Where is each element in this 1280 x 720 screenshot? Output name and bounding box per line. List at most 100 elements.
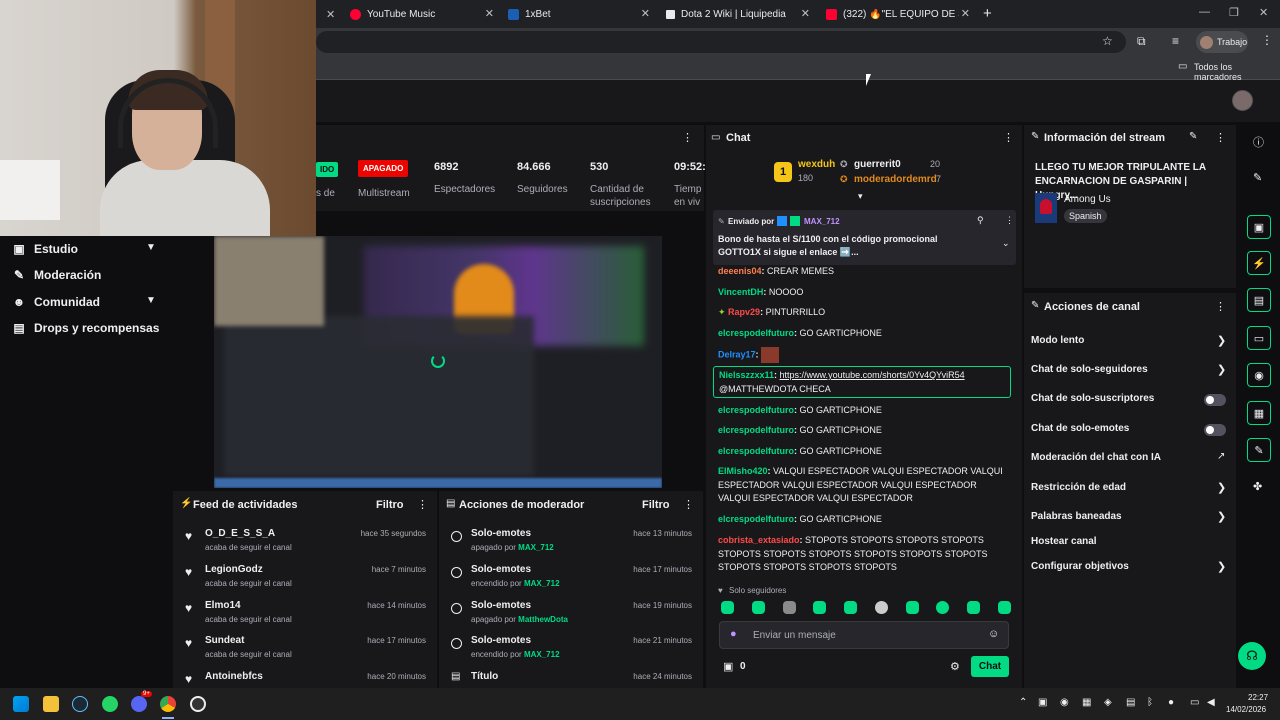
url-input[interactable] [316,31,1126,53]
game-name[interactable]: Among Us [1064,194,1111,205]
chat-username[interactable]: cobrista_extasiado [718,535,800,545]
tray-icon[interactable]: ◈ [1104,697,1112,708]
follower-name[interactable]: O_D_E_S_S_A [205,528,275,539]
chat-button[interactable]: ▭ [1247,326,1271,350]
emote-icon[interactable] [813,601,827,614]
chat-username[interactable]: elcrespodelfuturo [718,328,794,338]
restore-icon[interactable]: ❐ [1229,6,1239,19]
send-chat-button[interactable]: Chat [971,656,1009,677]
discord-icon[interactable] [131,696,147,712]
tray-icon[interactable]: ▦ [1082,697,1091,708]
media-icon[interactable]: ≡ [1172,34,1179,48]
follower-name[interactable]: Sundeat [205,635,244,646]
chevron-right-icon[interactable]: ❯ [1217,334,1226,347]
profile-button[interactable]: Trabajo [1196,31,1248,53]
collapse-icon[interactable]: ▾ [858,191,863,202]
chevron-right-icon[interactable]: ❯ [1217,481,1226,494]
chrome-icon[interactable] [160,696,176,712]
tab-liquipedia[interactable]: Dota 2 Wiki | Liquipedia ✕ [666,4,810,24]
chevron-right-icon[interactable]: ❯ [1217,510,1226,523]
filter-button[interactable]: Filtro [376,499,404,511]
file-explorer-icon[interactable] [43,696,59,712]
emote-icon[interactable] [905,601,919,614]
leader-name[interactable]: wexduh [798,159,835,170]
chat-link[interactable]: https://www.youtube.com/shorts/0Yv4QYviR… [780,370,965,380]
clock-time[interactable]: 22:27 [1248,693,1268,702]
external-link-icon[interactable]: ↗ [1217,451,1225,462]
banned-words[interactable]: Palabras baneadas [1031,511,1122,522]
pinned-user[interactable]: MAX_712 [804,217,840,226]
chat-username[interactable]: Rapv29 [728,307,760,317]
info-icon[interactable]: ⓘ [1253,134,1264,150]
close-window-icon[interactable]: ✕ [1259,6,1268,19]
chat-username[interactable]: elcrespodelfuturo [718,405,794,415]
extensions-icon[interactable]: ⧉ [1137,34,1146,49]
minimize-icon[interactable]: — [1199,6,1210,18]
chat-input[interactable]: ● Enviar un mensaje ☺ [719,621,1009,649]
nav-community[interactable]: ☻ Comunidad [12,291,100,313]
tab-1xbet[interactable]: 1xBet ✕ [508,4,650,24]
tray-icon[interactable]: ◉ [1060,697,1069,708]
nav-studio[interactable]: ▣ Estudio [12,238,78,260]
chevron-right-icon[interactable]: ❯ [1217,363,1226,376]
emote-icon[interactable] [782,601,796,614]
chevron-down-icon[interactable]: ▼ [146,295,156,306]
clock-date[interactable]: 14/02/2026 [1226,705,1266,714]
boost-button[interactable]: ⚡ [1247,251,1271,275]
whatsapp-icon[interactable] [102,696,118,712]
emote-only-toggle[interactable] [1204,424,1226,436]
more-options-icon[interactable]: ⋮ [683,498,694,511]
volume-icon[interactable]: ◀ [1207,697,1215,708]
windows-start-icon[interactable] [13,696,29,712]
extensions-icon[interactable]: ✤ [1253,480,1262,493]
ai-chat-moderation[interactable]: Moderación del chat con IA [1031,452,1161,463]
channel-points-icon[interactable]: ▣ [723,660,733,673]
more-options-icon[interactable]: ⋮ [1215,131,1226,144]
moderator-name[interactable]: MAX_712 [518,543,554,552]
menu-icon[interactable]: ⋮ [1261,33,1273,47]
more-options-icon[interactable]: ⋮ [1215,300,1226,313]
stream-preview[interactable] [214,236,662,488]
host-channel[interactable]: Hostear canal [1031,536,1097,547]
star-icon[interactable]: ☆ [1102,34,1113,48]
stream-manager-button[interactable]: ▦ [1247,401,1271,425]
notes-button[interactable]: ▤ [1247,288,1271,312]
subscribers-only-toggle[interactable] [1204,394,1226,406]
chevron-down-icon[interactable]: ⌄ [1002,238,1010,249]
mic-icon[interactable]: ● [730,628,737,640]
moderator-name[interactable]: MatthewDota [518,615,568,624]
tray-icon[interactable]: ▤ [1126,697,1135,708]
age-restriction[interactable]: Restricción de edad [1031,482,1126,493]
close-tab-icon[interactable]: ✕ [641,7,650,20]
slow-mode[interactable]: Modo lento [1031,335,1084,346]
tray-icon[interactable]: ▣ [1038,697,1047,708]
followers-only-chat[interactable]: Chat de solo-seguidores [1031,364,1148,375]
third-name[interactable]: moderadordemrd [854,174,937,185]
more-options-icon[interactable]: ⋮ [1005,215,1014,226]
more-options-icon[interactable]: ⋮ [417,498,428,511]
moderator-name[interactable]: MAX_712 [524,650,560,659]
close-tab-icon[interactable]: ✕ [961,7,970,20]
nav-moderation[interactable]: ✎ Moderación [12,264,101,286]
more-options-icon[interactable]: ⋮ [1003,131,1014,144]
chat-username[interactable]: elcrespodelfuturo [718,425,794,435]
filter-button[interactable]: Filtro [642,499,670,511]
chat-username[interactable]: VincentDH [718,287,763,297]
close-tab-icon[interactable]: ✕ [485,7,494,20]
emoji-icon[interactable]: ☺ [988,628,999,640]
support-button[interactable]: ☊ [1238,642,1266,670]
nav-drops[interactable]: ▤ Drops y recompensas [12,317,159,339]
chat-username[interactable]: Delray17 [718,349,756,359]
follower-name[interactable]: LegionGodz [205,564,263,575]
chevron-down-icon[interactable]: ▼ [146,242,156,253]
user-avatar[interactable] [1232,90,1253,111]
network-icon[interactable]: ▭ [1190,697,1199,708]
new-tab-button[interactable]: + [983,5,992,22]
follower-name[interactable]: Elmo14 [205,600,241,611]
chat-username[interactable]: elcrespodelfuturo [718,446,794,456]
mic-icon[interactable]: ● [1168,697,1174,708]
edit-icon[interactable]: ✎ [1253,171,1262,184]
clip-button[interactable]: ▣ [1247,215,1271,239]
emote-icon[interactable] [936,601,950,614]
moderator-name[interactable]: MAX_712 [524,579,560,588]
